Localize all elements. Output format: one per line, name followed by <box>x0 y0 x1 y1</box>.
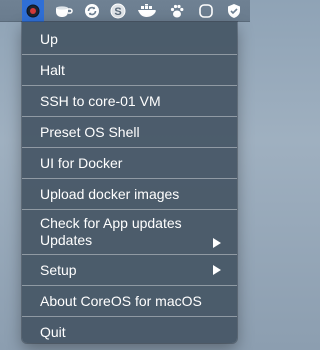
menu-item-ui-for-docker[interactable]: UI for Docker <box>22 148 237 178</box>
paw-icon[interactable] <box>164 0 190 22</box>
menu-item-halt[interactable]: Halt <box>22 55 237 85</box>
menu-item-setup[interactable]: Setup <box>22 255 237 285</box>
menu-item-label: Preset OS Shell <box>40 124 140 140</box>
menu-item-label: Setup <box>40 262 77 278</box>
menu-item-check-updates-label[interactable]: Check for App updates <box>40 215 237 232</box>
svg-text:S: S <box>114 6 121 18</box>
sync-icon[interactable] <box>80 0 104 22</box>
dollar-circle-icon[interactable]: S <box>106 0 130 22</box>
menu-item-label: Up <box>40 31 58 47</box>
coreos-logo-icon[interactable] <box>22 0 44 22</box>
menu-item-about[interactable]: About CoreOS for macOS <box>22 286 237 316</box>
menu-item-updates-label[interactable]: Updates <box>40 232 237 249</box>
submenu-arrow-icon <box>213 265 221 275</box>
menu-item-up[interactable]: Up <box>22 24 237 54</box>
menu-item-label: About CoreOS for macOS <box>40 293 202 309</box>
coffee-cup-icon[interactable] <box>50 0 78 22</box>
docker-whale-icon[interactable] <box>134 0 160 22</box>
coreos-status-menu: Up Halt SSH to core-01 VM Preset OS Shel… <box>22 22 237 343</box>
menu-item-updates[interactable]: Check for App updates Updates <box>22 210 237 254</box>
menu-item-quit[interactable]: Quit <box>22 317 237 347</box>
menu-item-ssh[interactable]: SSH to core-01 VM <box>22 86 237 116</box>
shield-check-icon[interactable] <box>222 0 246 22</box>
menu-item-label: Quit <box>40 324 66 340</box>
menu-item-label: SSH to core-01 VM <box>40 93 161 109</box>
menu-item-preset-shell[interactable]: Preset OS Shell <box>22 117 237 147</box>
menu-item-label: Upload docker images <box>40 186 180 202</box>
submenu-arrow-icon <box>213 238 221 248</box>
menu-bar: S <box>0 0 250 22</box>
rounded-square-icon[interactable] <box>194 0 218 22</box>
menu-item-label: Halt <box>40 62 65 78</box>
menu-item-label: UI for Docker <box>40 155 123 171</box>
menu-item-upload-images[interactable]: Upload docker images <box>22 179 237 209</box>
